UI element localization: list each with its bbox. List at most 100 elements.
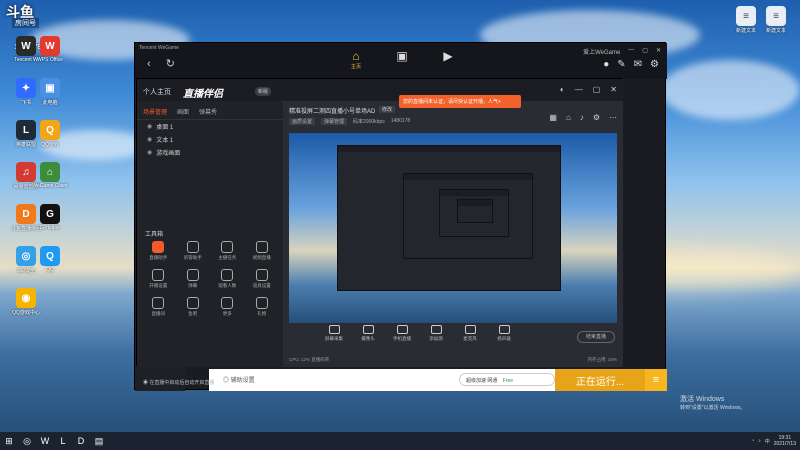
user-tag[interactable]: 爱上WeGame <box>583 47 620 56</box>
tool-item[interactable]: 视频直播 <box>245 241 280 261</box>
tool-item[interactable]: 观看人数 <box>210 269 245 289</box>
source-control[interactable]: 手机直播 <box>391 325 413 342</box>
tool-item[interactable]: 礼物 <box>245 297 280 317</box>
source-control[interactable]: 麦克风 <box>459 325 481 342</box>
tab-video[interactable]: ▶ <box>437 49 459 70</box>
minimize-icon[interactable]: — <box>575 85 583 94</box>
douyu-icon[interactable]: D <box>72 432 90 450</box>
meta-item[interactable]: 弹幕管理 <box>321 118 348 125</box>
verification-tip[interactable]: 您的直播间未认证，请尽快认证开播，人气+ <box>399 95 521 108</box>
left-tab[interactable]: 画面 <box>177 107 189 116</box>
tool-item[interactable]: 弹幕 <box>176 269 211 289</box>
tool-icon <box>186 241 199 253</box>
skin-icon[interactable]: ◐ <box>560 85 565 94</box>
settings-icon[interactable]: ⚙ <box>593 113 600 122</box>
desktop-icon[interactable]: Q QQ游戏 <box>32 120 68 148</box>
eye-icon[interactable]: ◉ <box>147 123 152 130</box>
tool-icon <box>221 241 234 253</box>
main-panel-icons: ▦ ⌂ ♪ ⚙ ⋯ <box>549 113 617 122</box>
source-control[interactable]: 添加源 <box>425 325 447 342</box>
overlay-title: 斗鱼 <box>6 4 34 20</box>
edit-icon[interactable]: ✎ <box>617 59 625 70</box>
desktop-icon-label: 飞书 <box>20 100 31 106</box>
tab-store[interactable]: ▣ <box>391 49 413 70</box>
desktop-icon[interactable]: ≡ 新建文本 <box>758 6 794 34</box>
tool-label: 弹幕 <box>188 283 198 288</box>
lol-icon[interactable]: L <box>54 432 72 450</box>
taskbar-apps: ⊞ ◎ W L D ▤ <box>0 432 108 450</box>
gift-icon[interactable]: ▦ <box>549 113 557 122</box>
minimize-icon[interactable]: — <box>628 47 634 56</box>
modify-title-button[interactable]: 修改 <box>379 106 396 113</box>
start-live-button[interactable]: 结束直播 <box>577 331 615 343</box>
mail-icon[interactable]: ✉ <box>634 59 642 70</box>
maximize-icon[interactable]: ▢ <box>642 47 648 56</box>
control-icon <box>464 325 476 334</box>
source-control[interactable]: 摄像头 <box>357 325 379 342</box>
tool-icon <box>152 297 165 309</box>
desktop-icon[interactable]: G G-Helper <box>32 204 68 231</box>
chrome-icon[interactable]: ◎ <box>18 432 36 450</box>
bell-icon[interactable]: ♪ <box>580 113 584 122</box>
meta-item[interactable]: 画质设置 <box>289 118 316 125</box>
tool-label: 鱼吧 <box>188 311 198 316</box>
settings-icon[interactable]: ⚙ <box>650 59 659 70</box>
eye-icon[interactable]: ◉ <box>147 149 152 156</box>
folder-icon[interactable]: ▤ <box>90 432 108 450</box>
personal-center[interactable]: 个人主页 <box>143 87 171 97</box>
network-icon[interactable]: ◔ <box>751 438 754 444</box>
tool-item[interactable]: 房管助手 <box>176 241 211 261</box>
tool-item[interactable]: 开播设置 <box>141 269 176 289</box>
scene-item[interactable]: ◉ 游戏画面 <box>137 146 283 159</box>
close-icon[interactable]: ✕ <box>610 85 617 94</box>
version-badge[interactable]: 新版 <box>255 87 272 96</box>
volume-icon[interactable]: ♪ <box>758 438 761 444</box>
running-button[interactable]: 正在运行... <box>555 369 645 391</box>
accelerator-field[interactable]: 超级加速 网通 Free <box>459 373 555 386</box>
wegame-brand: Tencent WeGame <box>139 45 179 51</box>
share-icon[interactable]: ⋯ <box>609 113 617 122</box>
tool-item[interactable]: 更多 <box>210 297 245 317</box>
ime-icon[interactable]: 中 <box>765 438 770 445</box>
tool-icon <box>255 269 268 281</box>
status-right: 内存占用: 34% <box>587 357 617 362</box>
desktop-icon[interactable]: ◉ QQ游戏中心 <box>8 288 44 316</box>
refresh-icon[interactable]: ↻ <box>166 58 175 70</box>
eye-icon[interactable]: ◉ <box>147 136 152 143</box>
play-icon[interactable]: ● <box>603 59 609 70</box>
scene-item[interactable]: ◉ 桌面 1 <box>137 120 283 133</box>
desktop-icon[interactable]: ▣ 此电脑 <box>32 78 68 106</box>
wegame-icon[interactable]: W <box>36 432 54 450</box>
tool-icon <box>152 269 165 281</box>
douyu-titlebar: 个人主页 直播伴侣 新版 ◐ — ▢ ✕ <box>137 79 623 101</box>
tool-item[interactable]: 道具设置 <box>245 269 280 289</box>
source-control[interactable]: 屏幕采集 <box>323 325 345 342</box>
lock-icon[interactable]: ⌂ <box>566 113 571 122</box>
tool-item[interactable]: 鱼吧 <box>176 297 211 317</box>
menu-icon[interactable]: ≡ <box>645 369 667 391</box>
clock[interactable]: 19:31 2021/7/13 <box>774 435 796 447</box>
back-icon[interactable]: ‹ <box>147 58 151 70</box>
qq-icon: Q <box>40 246 60 266</box>
auto-start-checkbox[interactable]: ◉ 在直播中启动后自动开启直播 <box>143 379 214 386</box>
left-tab[interactable]: 场景管理 <box>143 107 167 116</box>
desktop-icon[interactable]: ⌂ WeGame Client <box>32 162 68 189</box>
wegame-client-icon: ⌂ <box>40 162 60 182</box>
maximize-icon[interactable]: ▢ <box>593 85 601 94</box>
source-control[interactable]: 扬声器 <box>493 325 515 342</box>
close-icon[interactable]: ✕ <box>656 47 661 56</box>
tool-item[interactable]: 直播间 <box>141 297 176 317</box>
desktop-icon[interactable]: W WPS Office <box>32 36 68 63</box>
tab-home[interactable]: ⌂ 主页 <box>345 49 367 70</box>
tool-item[interactable]: 主播任务 <box>210 241 245 261</box>
g-helper-icon: G <box>40 204 60 224</box>
scene-item[interactable]: ◉ 文本 1 <box>137 133 283 146</box>
tool-item[interactable]: 直播助手 <box>141 241 176 261</box>
assist-settings-button[interactable]: ◎ 辅助设置 <box>223 375 255 384</box>
control-label: 摄像头 <box>361 336 375 341</box>
tool-label: 直播助手 <box>149 255 168 260</box>
home-icon: ⌂ <box>352 49 360 63</box>
start-icon[interactable]: ⊞ <box>0 432 18 450</box>
desktop-icon[interactable]: Q QQ <box>32 246 68 273</box>
left-tab[interactable]: 弹幕秀 <box>199 107 217 116</box>
